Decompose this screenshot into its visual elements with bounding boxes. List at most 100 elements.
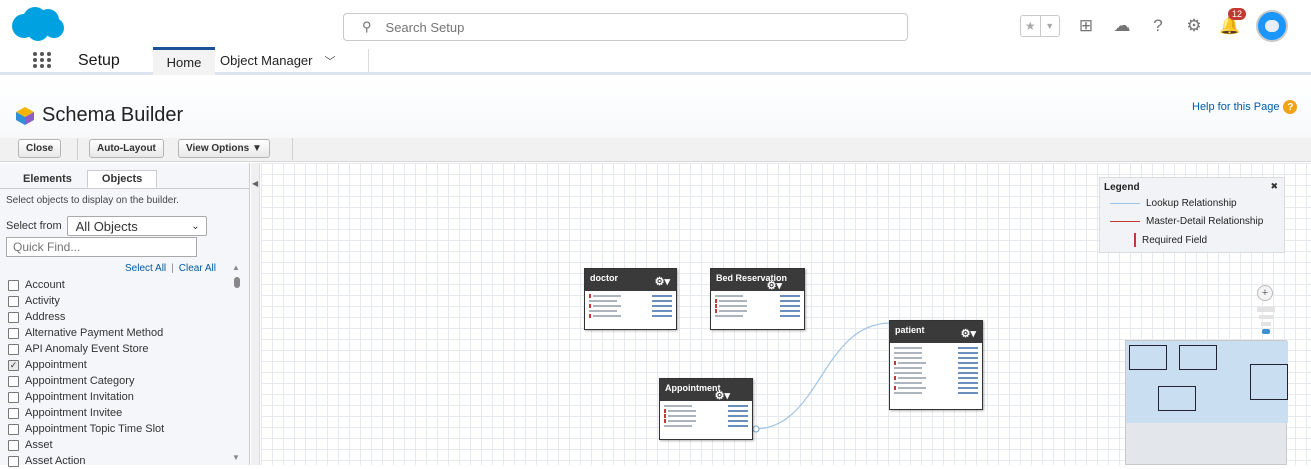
help-link-label: Help for this Page (1192, 101, 1280, 113)
object-card-header[interactable]: Appointment ⚙▾ (660, 379, 752, 402)
zoom-slider-handle[interactable] (1262, 329, 1270, 334)
field-row (664, 424, 748, 428)
object-checkbox[interactable] (8, 391, 19, 403)
object-card-patient[interactable]: patient ⚙▾ (889, 320, 983, 410)
setup-gear-icon[interactable]: ⚙ (1184, 16, 1204, 36)
object-checkbox[interactable] (8, 423, 19, 435)
zoom-control[interactable]: + (1257, 285, 1275, 341)
object-card-bed-reservation[interactable]: Bed Reservation ⚙▾ (710, 268, 805, 330)
object-card-doctor[interactable]: doctor ⚙▾ (584, 268, 677, 330)
canvas-minimap[interactable] (1125, 340, 1288, 465)
list-item[interactable]: Asset (8, 437, 228, 453)
close-button[interactable]: Close (18, 139, 62, 158)
field-row (715, 294, 800, 298)
object-checkbox-checked[interactable]: ✓ (8, 359, 19, 371)
trailhead-icon[interactable]: ☁ (1112, 16, 1132, 36)
zoom-in-icon[interactable]: + (1257, 285, 1273, 301)
tab-objects[interactable]: Objects (86, 170, 158, 188)
star-icon[interactable]: ★ (1021, 16, 1040, 36)
list-item[interactable]: Asset Action (8, 453, 228, 469)
quick-find-input[interactable] (6, 237, 197, 257)
search-input[interactable] (385, 19, 866, 35)
legend-required-label: Required Field (1142, 234, 1208, 246)
favorites-control[interactable]: ★ ▼ (1020, 15, 1060, 37)
gear-icon[interactable]: ⚙▾ (961, 327, 976, 340)
select-all-link[interactable]: Select All (125, 263, 166, 274)
help-link[interactable]: Help for this Page? (1192, 100, 1298, 114)
tab-object-manager[interactable]: Object Manager ﹀ (220, 53, 336, 69)
field-row (664, 414, 748, 418)
object-checkbox[interactable] (8, 343, 19, 355)
notifications-bell-icon[interactable]: 🔔 12 (1219, 8, 1247, 36)
gear-icon[interactable]: ⚙▾ (715, 389, 730, 402)
object-card-appointment[interactable]: Appointment ⚙▾ (659, 378, 753, 440)
field-row (894, 381, 978, 385)
salesforce-logo[interactable] (8, 6, 66, 42)
link-separator: | (171, 263, 174, 274)
field-row (894, 356, 978, 360)
list-item[interactable]: Appointment Topic Time Slot (8, 421, 228, 437)
schema-canvas[interactable]: doctor ⚙▾ Bed Reservation⚙▾ patient ⚙▾ (261, 163, 1311, 465)
field-row (664, 419, 748, 423)
global-actions-icon[interactable]: ⊞ (1076, 16, 1096, 36)
legend-required: Required Field (1134, 233, 1207, 247)
auto-layout-button[interactable]: Auto-Layout (89, 139, 164, 158)
object-checkbox[interactable] (8, 295, 19, 307)
app-launcher-icon[interactable] (33, 52, 51, 68)
favorites-dropdown-icon[interactable]: ▼ (1039, 16, 1060, 36)
object-label: Appointment Category (25, 375, 135, 387)
close-icon[interactable]: ✖ (1270, 181, 1278, 192)
object-checkbox[interactable] (8, 439, 19, 451)
list-item[interactable]: Appointment Invitation (8, 389, 228, 405)
list-item[interactable]: Account (8, 277, 228, 293)
help-icon[interactable]: ? (1148, 16, 1168, 36)
list-item[interactable]: API Anomaly Event Store (8, 341, 228, 357)
clear-all-link[interactable]: Clear All (179, 263, 216, 274)
view-options-button[interactable]: View Options ▼ (178, 139, 270, 158)
object-checkbox[interactable] (8, 375, 19, 387)
field-row (589, 294, 672, 298)
object-label: Asset (25, 439, 53, 451)
legend-panel: Legend ✖ Lookup Relationship Master-Deta… (1099, 177, 1285, 253)
chevron-down-icon[interactable]: ﹀ (325, 56, 336, 68)
minimap-object (1179, 345, 1217, 370)
schema-toolbar: Close Auto-Layout View Options ▼ (0, 138, 1311, 162)
panel-collapse-handle[interactable]: ◀ (251, 163, 260, 465)
objects-panel: Elements Objects Select objects to displ… (0, 163, 250, 467)
scroll-up-icon[interactable]: ▲ (232, 263, 240, 272)
gear-icon[interactable]: ⚙▾ (767, 279, 782, 292)
object-checkbox[interactable] (8, 311, 19, 323)
list-item[interactable]: Appointment Category (8, 373, 228, 389)
select-from-dropdown[interactable]: All Objects ⌄ (66, 216, 207, 236)
gear-icon[interactable]: ⚙▾ (655, 275, 670, 288)
list-item[interactable]: ✓ Appointment (8, 357, 228, 373)
field-row (664, 409, 748, 413)
object-card-header[interactable]: Bed Reservation ⚙▾ (711, 269, 804, 292)
list-item[interactable]: Address (8, 309, 228, 325)
list-item[interactable]: Alternative Payment Method (8, 325, 228, 341)
zoom-level-step[interactable] (1259, 315, 1273, 319)
lookup-relationship-line[interactable] (753, 322, 892, 430)
object-checkbox[interactable] (8, 327, 19, 339)
object-checkbox[interactable] (8, 407, 19, 419)
field-row (894, 366, 978, 370)
object-card-header[interactable]: patient ⚙▾ (890, 321, 982, 343)
scroll-down-icon[interactable]: ▼ (232, 453, 240, 462)
object-list-scrollbar[interactable]: ▲ ▼ (232, 263, 242, 463)
field-row (715, 304, 800, 308)
zoom-level-step[interactable] (1257, 307, 1275, 312)
object-card-title: patient (895, 325, 925, 335)
tab-elements[interactable]: Elements (8, 170, 87, 188)
tab-home[interactable]: Home (153, 47, 215, 75)
scrollbar-thumb[interactable] (234, 277, 240, 288)
user-avatar[interactable] (1256, 10, 1288, 42)
list-item[interactable]: Appointment Invitee (8, 405, 228, 421)
object-checkbox[interactable] (8, 279, 19, 291)
object-card-header[interactable]: doctor ⚙▾ (585, 269, 676, 291)
collapse-left-icon[interactable]: ◀ (252, 179, 258, 188)
help-question-icon[interactable]: ? (1283, 100, 1298, 114)
zoom-level-step[interactable] (1261, 322, 1271, 326)
search-box[interactable]: ⚲ (343, 13, 908, 41)
panel-tabs: Elements Objects (8, 170, 158, 188)
list-item[interactable]: Activity (8, 293, 228, 309)
